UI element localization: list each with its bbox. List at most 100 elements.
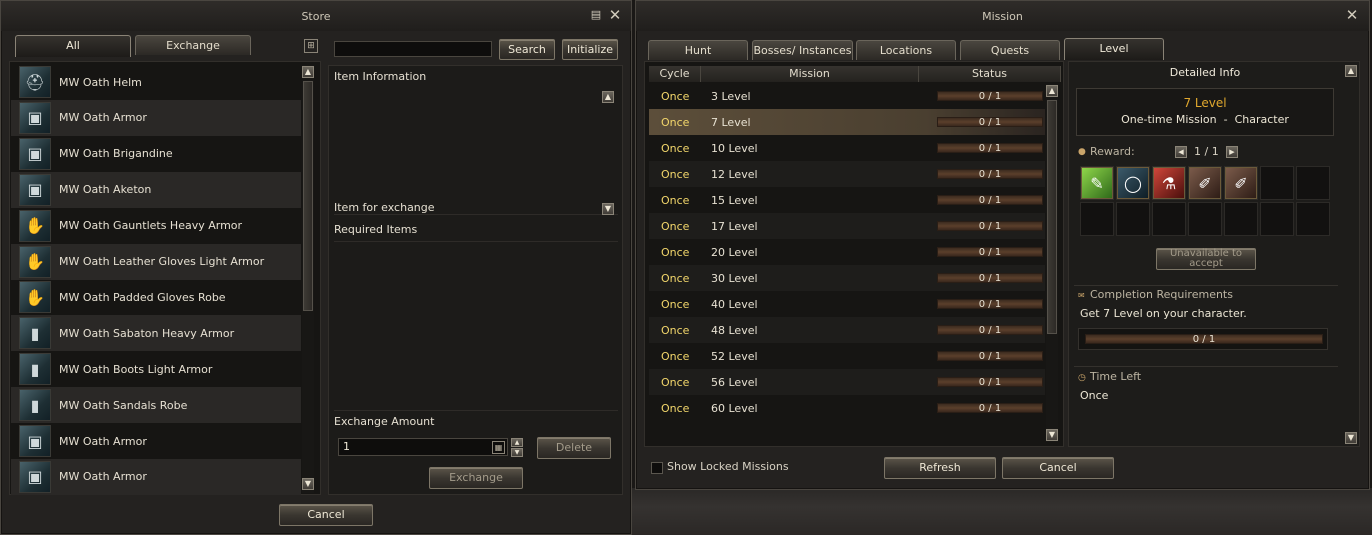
reward-slot[interactable] [1260, 202, 1294, 236]
store-item-name: MW Oath Armor [59, 470, 147, 484]
info-scroll-down-icon[interactable]: ▼ [602, 203, 614, 215]
reward-prev-icon[interactable]: ◀ [1175, 146, 1187, 158]
grid-view-icon[interactable]: ⊞ [304, 39, 318, 53]
mission-cycle: Once [661, 219, 690, 233]
store-item-row[interactable]: ⛑ MW Oath Helm [11, 64, 301, 100]
mission-status-bar: 0 / 1 [937, 299, 1043, 310]
store-tab-all[interactable]: All [15, 35, 131, 57]
delete-button[interactable]: Delete [537, 437, 611, 459]
store-close-icon[interactable]: ✕ [608, 8, 622, 23]
mission-row[interactable]: Once 52 Level 0 / 1 [649, 343, 1045, 369]
mission-row[interactable]: Once 48 Level 0 / 1 [649, 317, 1045, 343]
store-tab-exchange-label: Exchange [166, 39, 220, 52]
amount-down-icon[interactable]: ▼ [511, 448, 523, 457]
reward-slot[interactable] [1188, 202, 1222, 236]
mission-row[interactable]: Once 30 Level 0 / 1 [649, 265, 1045, 291]
store-item-row[interactable]: ▣ MW Oath Aketon [11, 171, 301, 208]
store-item-row[interactable]: ✋ MW Oath Padded Gloves Robe [11, 279, 301, 315]
mission-scroll-up-icon[interactable]: ▲ [1046, 85, 1058, 97]
scroll-thumb[interactable] [303, 81, 313, 311]
potion-icon[interactable]: ⚗ [1153, 167, 1185, 199]
store-item-name: MW Oath Helm [59, 75, 142, 89]
mission-row[interactable]: Once 60 Level 0 / 1 [649, 395, 1045, 421]
column-header-cycle[interactable]: Cycle [649, 66, 701, 82]
detail-scroll-down-icon[interactable]: ▼ [1345, 432, 1357, 444]
mission-row[interactable]: Once 40 Level 0 / 1 [649, 291, 1045, 317]
store-titlebar[interactable]: Store [1, 1, 631, 31]
exchange-button[interactable]: Exchange [429, 467, 523, 489]
store-item-row[interactable]: ▣ MW Oath Armor [11, 99, 301, 136]
store-item-row[interactable]: ▮ MW Oath Sabaton Heavy Armor [11, 315, 301, 352]
mission-tab-level[interactable]: Level [1064, 38, 1164, 60]
scroll-down-icon[interactable]: ▼ [302, 478, 314, 490]
store-cancel-button[interactable]: Cancel [279, 504, 373, 526]
ring-icon[interactable]: ◯ [1117, 167, 1149, 199]
store-item-row[interactable]: ▣ MW Oath Armor [11, 423, 301, 459]
reward-next-icon[interactable]: ▶ [1226, 146, 1238, 158]
store-item-row[interactable]: ▮ MW Oath Sandals Robe [11, 387, 301, 424]
unavailable-accept-button[interactable]: Unavailable to accept [1156, 248, 1256, 270]
mission-scroll-thumb[interactable] [1047, 100, 1057, 334]
refresh-button[interactable]: Refresh [884, 457, 996, 479]
mission-row[interactable]: Once 7 Level 0 / 1 [649, 109, 1045, 135]
calculator-icon[interactable]: ▦ [492, 441, 505, 454]
scroll-icon[interactable]: ✐ [1189, 167, 1221, 199]
reward-slot[interactable] [1080, 202, 1114, 236]
reward-slot[interactable] [1296, 166, 1330, 200]
mission-row[interactable]: Once 12 Level 0 / 1 [649, 161, 1045, 187]
store-item-row[interactable]: ▣ MW Oath Brigandine [11, 136, 301, 172]
experience-scroll-icon[interactable]: ✎ [1081, 167, 1113, 199]
mission-tab-quests[interactable]: Quests [960, 40, 1060, 60]
store-item-row[interactable]: ▣ MW Oath Armor [11, 458, 301, 495]
scroll-icon[interactable]: ✐ [1225, 167, 1257, 199]
mission-row[interactable]: Once 56 Level 0 / 1 [649, 369, 1045, 395]
store-item-row[interactable]: ✋ MW Oath Gauntlets Heavy Armor [11, 208, 301, 244]
column-header-status[interactable]: Status [919, 66, 1061, 82]
refresh-button-label: Refresh [919, 461, 961, 474]
search-input[interactable] [334, 41, 492, 57]
mission-scroll-down-icon[interactable]: ▼ [1046, 429, 1058, 441]
store-settings-icon[interactable]: ▤ [589, 8, 603, 22]
armor-item-icon: ▮ [19, 389, 51, 422]
info-scroll-up-icon[interactable]: ▲ [602, 91, 614, 103]
initialize-button[interactable]: Initialize [562, 39, 618, 60]
store-item-name: MW Oath Sandals Robe [59, 398, 188, 412]
mission-list-scrollbar[interactable]: ▲ ▼ [1046, 84, 1058, 442]
mission-cycle: Once [661, 375, 690, 389]
reward-slot[interactable] [1224, 202, 1258, 236]
mission-status-bar: 0 / 1 [937, 247, 1043, 258]
amount-up-icon[interactable]: ▲ [511, 438, 523, 447]
store-item-name: MW Oath Brigandine [59, 147, 173, 161]
store-item-row[interactable]: ▮ MW Oath Boots Light Armor [11, 351, 301, 387]
mission-tab-locations[interactable]: Locations [856, 40, 956, 60]
column-header-mission-label: Mission [789, 67, 830, 80]
reward-slot[interactable] [1296, 202, 1330, 236]
exchange-amount-label: Exchange Amount [334, 415, 435, 428]
mission-tab-hunt[interactable]: Hunt [648, 40, 748, 60]
mission-row[interactable]: Once 17 Level 0 / 1 [649, 213, 1045, 239]
mission-cancel-button[interactable]: Cancel [1002, 457, 1114, 479]
search-button[interactable]: Search [499, 39, 555, 60]
mission-row[interactable]: Once 10 Level 0 / 1 [649, 135, 1045, 161]
column-header-mission[interactable]: Mission [701, 66, 919, 82]
show-locked-checkbox[interactable] [651, 462, 663, 474]
mission-name: 56 Level [711, 375, 758, 389]
armor-item-icon: ▮ [19, 353, 51, 386]
mission-row[interactable]: Once 20 Level 0 / 1 [649, 239, 1045, 265]
store-list-scrollbar[interactable]: ▲ ▼ [302, 65, 314, 493]
mission-row[interactable]: Once 15 Level 0 / 1 [649, 187, 1045, 213]
exchange-amount-field[interactable]: 1 [338, 438, 508, 456]
reward-slot[interactable] [1116, 202, 1150, 236]
scroll-up-icon[interactable]: ▲ [302, 66, 314, 78]
unavailable-accept-label: Unavailable to accept [1169, 248, 1242, 269]
reward-slot[interactable] [1260, 166, 1294, 200]
required-items-label: Required Items [334, 223, 418, 236]
store-tab-exchange[interactable]: Exchange [135, 35, 251, 55]
mission-close-icon[interactable]: ✕ [1345, 8, 1359, 23]
mission-row[interactable]: Once 3 Level 0 / 1 [649, 83, 1045, 109]
mission-titlebar[interactable]: Mission [636, 1, 1369, 31]
mission-tab-bosses[interactable]: Bosses/ Instances [752, 40, 853, 60]
reward-slot[interactable] [1152, 202, 1186, 236]
detail-scroll-up-icon[interactable]: ▲ [1345, 65, 1357, 77]
store-item-row[interactable]: ✋ MW Oath Leather Gloves Light Armor [11, 243, 301, 280]
